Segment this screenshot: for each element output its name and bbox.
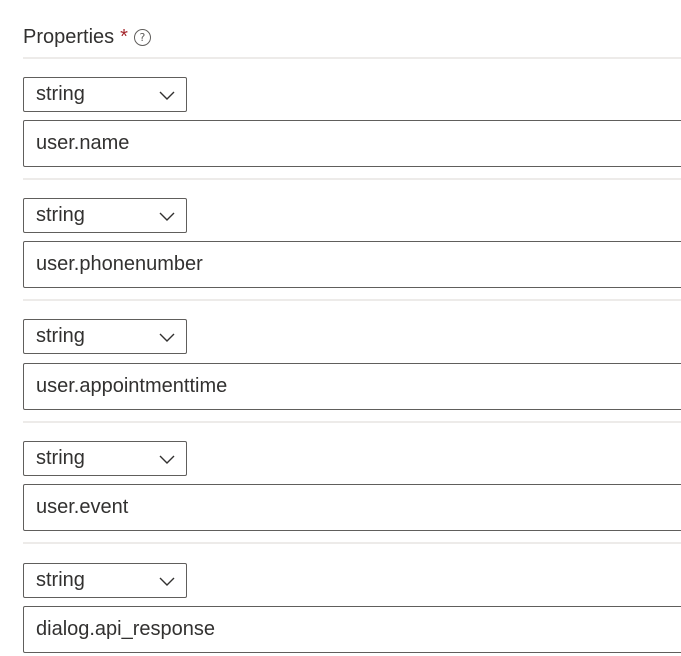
properties-label: Properties [23, 25, 115, 48]
chevron-down-icon [159, 577, 175, 586]
divider [23, 299, 681, 301]
property-type-value: string [36, 447, 85, 469]
chevron-down-icon [159, 333, 175, 342]
required-asterisk: * [120, 25, 128, 48]
properties-header: Properties * ? [23, 22, 151, 52]
property-type-value: string [36, 83, 85, 105]
chevron-down-icon [159, 91, 175, 100]
property-type-value: string [36, 204, 85, 226]
property-name-input[interactable] [23, 484, 681, 531]
property-type-select[interactable]: string [23, 319, 187, 354]
chevron-down-icon [159, 212, 175, 221]
divider [23, 421, 681, 423]
property-name-input[interactable] [23, 363, 681, 410]
divider [23, 57, 681, 59]
property-type-select[interactable]: string [23, 198, 187, 233]
property-type-value: string [36, 569, 85, 591]
property-type-value: string [36, 325, 85, 347]
property-type-select[interactable]: string [23, 441, 187, 476]
divider [23, 178, 681, 180]
property-name-input[interactable] [23, 241, 681, 288]
property-type-select[interactable]: string [23, 563, 187, 598]
property-name-input[interactable] [23, 120, 681, 167]
property-name-input[interactable] [23, 606, 681, 653]
question-circle-icon[interactable]: ? [133, 28, 151, 46]
property-type-select[interactable]: string [23, 77, 187, 112]
properties-panel: Properties * ? string string string stri… [0, 0, 681, 656]
chevron-down-icon [159, 455, 175, 464]
divider [23, 542, 681, 544]
